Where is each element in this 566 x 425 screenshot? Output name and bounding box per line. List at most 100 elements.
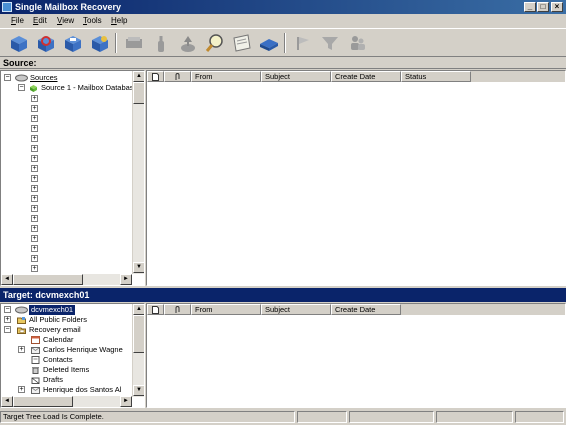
col-subject[interactable]: Subject — [261, 71, 331, 82]
tree-node[interactable]: + — [3, 254, 131, 264]
tree-node[interactable]: + — [3, 184, 131, 194]
target-tree-hscroll[interactable]: ◄ ► — [1, 396, 132, 407]
expander-minus-icon[interactable]: − — [18, 84, 25, 91]
copy-button[interactable] — [121, 31, 147, 55]
restore-button[interactable] — [148, 31, 174, 55]
menu-file[interactable]: File — [8, 15, 27, 27]
hscroll-thumb[interactable] — [13, 396, 73, 407]
expander-plus-icon[interactable]: + — [31, 165, 38, 172]
expander-plus-icon[interactable]: + — [31, 155, 38, 162]
expander-plus-icon[interactable]: + — [31, 135, 38, 142]
users-button[interactable] — [344, 31, 370, 55]
scroll-left-button[interactable]: ◄ — [1, 396, 13, 407]
tree-node[interactable]: + — [3, 204, 131, 214]
expander-plus-icon[interactable]: + — [31, 255, 38, 262]
target-tree-item[interactable]: + All Public Folders — [3, 315, 131, 325]
tree-node[interactable]: + — [3, 164, 131, 174]
source-message-list[interactable]: From Subject Create Date Status — [146, 70, 566, 286]
scroll-thumb[interactable] — [133, 82, 144, 104]
scroll-right-button[interactable]: ► — [120, 274, 132, 285]
target-tree-item[interactable]: + Carlos Henrique Wagne — [3, 345, 131, 355]
open-target-alt-button[interactable] — [87, 31, 113, 55]
source-tree-pane[interactable]: − Sources − Source 1 - Mailbox Databas +… — [0, 70, 145, 286]
tree-node[interactable]: + — [3, 224, 131, 234]
menu-view[interactable]: View — [54, 15, 77, 27]
col-type[interactable] — [147, 71, 164, 82]
expander-plus-icon[interactable]: + — [31, 115, 38, 122]
expander-plus-icon[interactable]: + — [31, 185, 38, 192]
expander-plus-icon[interactable]: + — [31, 105, 38, 112]
tree-root-sources[interactable]: Sources — [30, 73, 58, 83]
expander-plus-icon[interactable]: + — [18, 386, 25, 393]
tree-node[interactable]: + — [3, 124, 131, 134]
tree-node[interactable]: + — [3, 244, 131, 254]
target-tree-pane[interactable]: − dcvmexch01 + All Public Folders − Recover… — [0, 303, 145, 408]
maximize-button[interactable]: □ — [537, 2, 549, 12]
expander-plus-icon[interactable]: + — [31, 235, 38, 242]
tree-node[interactable]: + — [3, 214, 131, 224]
open-source-button[interactable] — [6, 31, 32, 55]
expander-plus-icon[interactable]: + — [31, 265, 38, 272]
expander-plus-icon[interactable]: + — [31, 225, 38, 232]
tree-node[interactable]: + — [3, 144, 131, 154]
properties-button[interactable] — [229, 31, 255, 55]
expander-plus-icon[interactable]: + — [31, 95, 38, 102]
tree-source-1[interactable]: Source 1 - Mailbox Databas — [41, 83, 134, 93]
source-tree-hscroll[interactable]: ◄ ► — [1, 274, 132, 285]
menu-help[interactable]: Help — [108, 15, 130, 27]
expander-plus-icon[interactable]: + — [31, 195, 38, 202]
target-tree-item[interactable]: Deleted Items — [3, 365, 131, 375]
expander-minus-icon[interactable]: − — [4, 306, 11, 313]
scroll-right-button[interactable]: ► — [120, 396, 132, 407]
book-button[interactable] — [256, 31, 282, 55]
col-attachment[interactable] — [164, 304, 191, 315]
target-tree-item[interactable]: Calendar — [3, 335, 131, 345]
expander-plus-icon[interactable]: + — [31, 205, 38, 212]
col-status[interactable]: Status — [401, 71, 471, 82]
menu-tools[interactable]: Tools — [80, 15, 105, 27]
expander-minus-icon[interactable]: − — [4, 74, 11, 81]
search-button[interactable] — [202, 31, 228, 55]
tree-node[interactable]: + — [3, 114, 131, 124]
target-tree-item[interactable]: − Recovery email — [3, 325, 131, 335]
source-tree-vscroll[interactable]: ▲ ▼ — [132, 71, 144, 274]
target-tree-item[interactable]: Contacts — [3, 355, 131, 365]
scroll-down-button[interactable]: ▼ — [133, 385, 144, 396]
scroll-left-button[interactable]: ◄ — [1, 274, 13, 285]
scroll-down-button[interactable]: ▼ — [133, 262, 144, 273]
tree-node[interactable]: + — [3, 174, 131, 184]
col-from[interactable]: From — [191, 71, 261, 82]
expander-plus-icon[interactable]: + — [31, 125, 38, 132]
tree-node[interactable]: + — [3, 154, 131, 164]
col-subject[interactable]: Subject — [261, 304, 331, 315]
menu-edit[interactable]: Edit — [30, 15, 50, 27]
target-tree-item[interactable]: Drafts — [3, 375, 131, 385]
expander-minus-icon[interactable]: − — [4, 326, 11, 333]
flag-button[interactable] — [290, 31, 316, 55]
tree-root-target[interactable]: dcvmexch01 — [29, 305, 76, 315]
scroll-thumb[interactable] — [133, 315, 144, 353]
tree-node[interactable]: + — [3, 194, 131, 204]
expander-plus-icon[interactable]: + — [4, 316, 11, 323]
scroll-up-button[interactable]: ▲ — [133, 304, 144, 315]
target-tree-item[interactable]: + Henrique dos Santos Al — [3, 385, 131, 395]
open-target-button[interactable] — [60, 31, 86, 55]
close-button[interactable]: × — [551, 2, 563, 12]
export-button[interactable] — [175, 31, 201, 55]
expander-plus-icon[interactable]: + — [31, 175, 38, 182]
target-tree-vscroll[interactable]: ▲ ▼ — [132, 304, 144, 397]
tree-node[interactable]: + — [3, 134, 131, 144]
expander-plus-icon[interactable]: + — [31, 145, 38, 152]
tree-node[interactable]: + — [3, 234, 131, 244]
tree-node[interactable]: + — [3, 94, 131, 104]
open-source-alt-button[interactable] — [33, 31, 59, 55]
expander-plus-icon[interactable]: + — [31, 245, 38, 252]
scroll-up-button[interactable]: ▲ — [133, 71, 144, 82]
col-create-date[interactable]: Create Date — [331, 304, 401, 315]
filter-button[interactable] — [317, 31, 343, 55]
tree-node[interactable]: + — [3, 264, 131, 274]
col-create-date[interactable]: Create Date — [331, 71, 401, 82]
expander-plus-icon[interactable]: + — [31, 215, 38, 222]
expander-plus-icon[interactable]: + — [18, 346, 25, 353]
col-from[interactable]: From — [191, 304, 261, 315]
